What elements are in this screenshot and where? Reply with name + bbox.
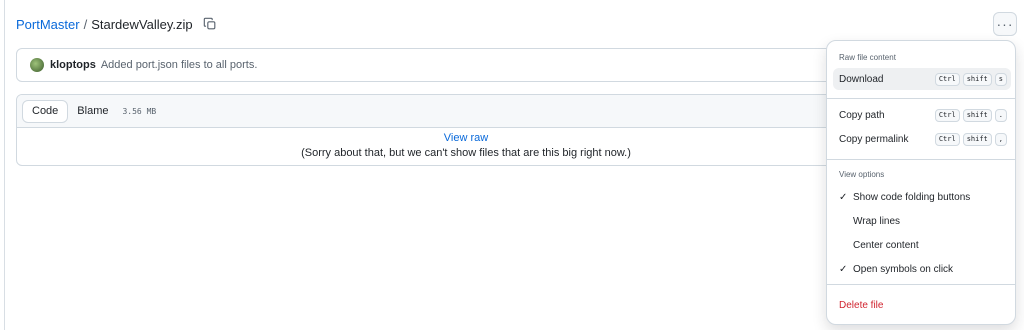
download-shortcut: Ctrl shift s [934,72,1007,86]
commit-message[interactable]: Added port.json files to all ports. [101,59,258,71]
copy-permalink-menu-item[interactable]: Copy permalink Ctrl shift , [833,128,1011,150]
open-symbols-option[interactable]: ✓ Open symbols on click [833,258,1011,280]
tab-code[interactable]: Code [22,99,69,123]
shortcut-key: shift [962,132,992,146]
shortcut-key: . [994,108,1007,122]
shortcut-key: Ctrl [934,72,960,86]
file-too-big-message: (Sorry about that, but we can't show fil… [301,147,631,159]
delete-file-menu-item[interactable]: Delete file [833,294,1011,316]
breadcrumb-repo-link[interactable]: PortMaster [16,17,80,32]
avatar[interactable] [30,58,44,72]
option-label: Show code folding buttons [853,191,971,203]
more-options-menu: Raw file content Download Ctrl shift s C… [826,40,1016,325]
copy-path-shortcut: Ctrl shift . [934,108,1007,122]
copy-path-menu-item[interactable]: Copy path Ctrl shift . [833,104,1011,126]
raw-file-content-label: Raw file content [839,53,896,62]
option-label: Open symbols on click [853,263,954,275]
view-options-label: View options [839,170,885,179]
latest-commit-bar: kloptops Added port.json files to all po… [16,48,916,82]
delete-file-label: Delete file [839,299,884,311]
copy-permalink-label: Copy permalink [839,133,909,145]
shortcut-key: Ctrl [934,132,960,146]
more-options-button[interactable]: ··· [993,12,1017,36]
file-body: View raw (Sorry about that, but we can't… [17,128,915,159]
view-mode-toggle: Code Blame [22,99,117,123]
show-code-folding-option[interactable]: ✓ Show code folding buttons [833,186,1011,208]
option-label: Wrap lines [853,215,901,227]
download-menu-item[interactable]: Download Ctrl shift s [833,68,1011,90]
copy-path-label: Copy path [839,109,885,121]
shortcut-key: shift [962,108,992,122]
menu-divider [827,98,1015,99]
shortcut-key: , [994,132,1007,146]
file-size: 3.56 MB [122,106,157,116]
file-header: Code Blame 3.56 MB [17,95,915,128]
breadcrumb-separator: / [83,16,88,32]
breadcrumb-file-name: StardewValley.zip [91,16,193,32]
menu-divider [827,159,1015,160]
center-content-option[interactable]: Center content [833,234,1011,256]
copy-icon[interactable] [203,17,217,31]
shortcut-key: Ctrl [934,108,960,122]
view-raw-link[interactable]: View raw [17,132,915,144]
shortcut-key: s [994,72,1007,86]
option-label: Center content [853,239,919,251]
shortcut-key: shift [962,72,992,86]
kebab-horizontal-icon: ··· [996,16,1014,32]
check-icon: ✓ [839,191,848,203]
check-icon: ✓ [839,263,848,275]
commit-author[interactable]: kloptops [50,59,96,71]
left-edge-divider [0,0,5,330]
copy-permalink-shortcut: Ctrl shift , [934,132,1007,146]
file-viewer: Code Blame 3.56 MB View raw (Sorry about… [16,94,916,166]
download-label: Download [839,73,884,85]
breadcrumb: PortMaster / StardewValley.zip [16,15,217,33]
menu-divider [827,284,1015,285]
wrap-lines-option[interactable]: Wrap lines [833,210,1011,232]
tab-blame[interactable]: Blame [68,100,117,123]
